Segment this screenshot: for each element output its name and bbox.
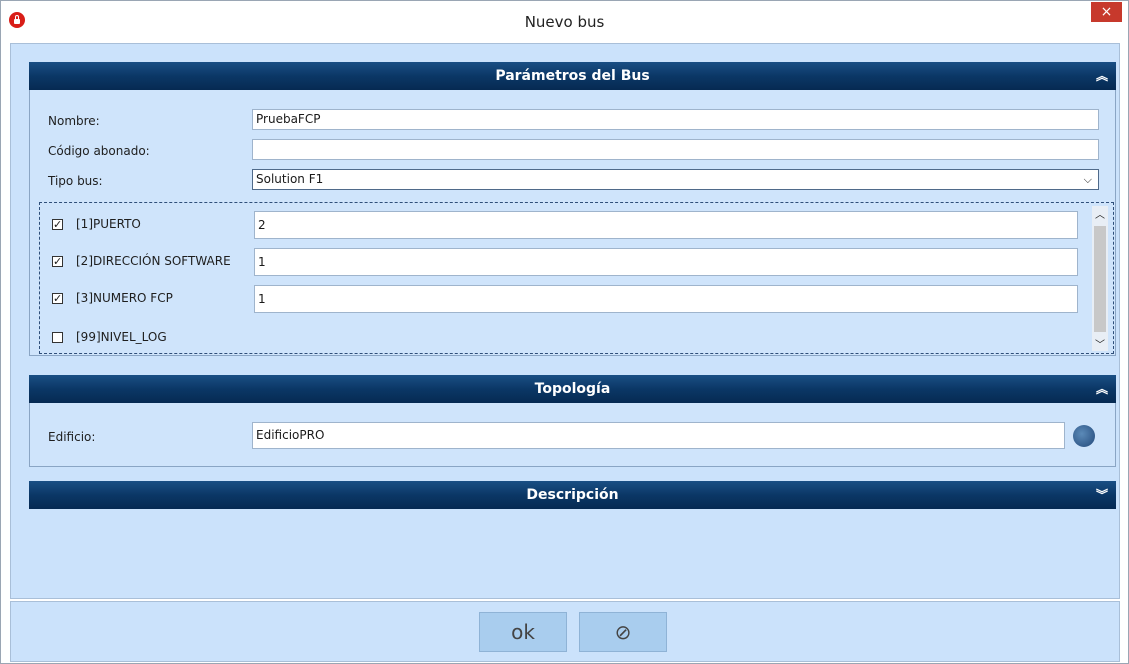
close-button[interactable]: × bbox=[1091, 2, 1122, 22]
edificio-input[interactable]: EdificioPRO bbox=[252, 422, 1065, 449]
section-header-topologia[interactable]: Topología ︽ bbox=[29, 375, 1116, 403]
codigo-input[interactable] bbox=[252, 139, 1099, 160]
tipo-select-value: Solution F1 bbox=[256, 172, 324, 186]
section-title: Parámetros del Bus bbox=[495, 68, 650, 84]
label-edificio: Edificio: bbox=[48, 430, 96, 444]
param-input-2[interactable]: 1 bbox=[254, 248, 1078, 276]
chevron-down-icon: ⌵ bbox=[1083, 173, 1092, 186]
expand-chevron-icon[interactable]: ︾ bbox=[1096, 481, 1108, 509]
title-bar: Nuevo bus × bbox=[1, 1, 1128, 42]
window-title: Nuevo bus bbox=[524, 13, 605, 31]
nombre-input[interactable]: PruebaFCP bbox=[252, 109, 1099, 130]
section-header-parametros[interactable]: Parámetros del Bus ︽ bbox=[29, 62, 1116, 90]
param-label-1: [1]PUERTO bbox=[76, 217, 141, 231]
browse-location-icon[interactable] bbox=[1073, 425, 1095, 447]
collapse-chevron-icon[interactable]: ︽ bbox=[1096, 62, 1108, 90]
scroll-up-icon[interactable]: ︿ bbox=[1095, 206, 1105, 221]
label-codigo: Código abonado: bbox=[48, 144, 150, 158]
label-nombre: Nombre: bbox=[48, 114, 100, 128]
scroll-down-icon[interactable]: ﹀ bbox=[1095, 336, 1105, 351]
param-label-99: [99]NIVEL_LOG bbox=[76, 330, 167, 344]
ok-button[interactable]: ok bbox=[479, 612, 567, 652]
section-header-descripcion[interactable]: Descripción ︾ bbox=[29, 481, 1116, 509]
param-label-3: [3]NUMERO FCP bbox=[76, 291, 173, 305]
checkbox-param-2[interactable]: ✓ bbox=[52, 256, 63, 267]
button-bar: ok ⊘ bbox=[10, 601, 1120, 662]
checkbox-param-3[interactable]: ✓ bbox=[52, 293, 63, 304]
scroll-thumb[interactable] bbox=[1094, 226, 1106, 332]
cancel-icon: ⊘ bbox=[614, 620, 632, 644]
param-input-3[interactable]: 1 bbox=[254, 285, 1078, 313]
section-title: Topología bbox=[534, 381, 611, 397]
params-scrollbar[interactable]: ︿ ﹀ bbox=[1092, 206, 1108, 351]
label-tipo: Tipo bus: bbox=[48, 174, 103, 188]
cancel-button[interactable]: ⊘ bbox=[579, 612, 667, 652]
tipo-select[interactable]: Solution F1 ⌵ bbox=[252, 169, 1099, 190]
section-title: Descripción bbox=[526, 487, 619, 503]
collapse-chevron-icon[interactable]: ︽ bbox=[1096, 375, 1108, 403]
dialog-window: Nuevo bus × Parámetros del Bus ︽ Nombre:… bbox=[0, 0, 1129, 664]
checkbox-param-99[interactable] bbox=[52, 332, 63, 343]
param-label-2: [2]DIRECCIÓN SOFTWARE bbox=[76, 254, 231, 268]
param-input-1[interactable]: 2 bbox=[254, 211, 1078, 239]
checkbox-param-1[interactable]: ✓ bbox=[52, 219, 63, 230]
